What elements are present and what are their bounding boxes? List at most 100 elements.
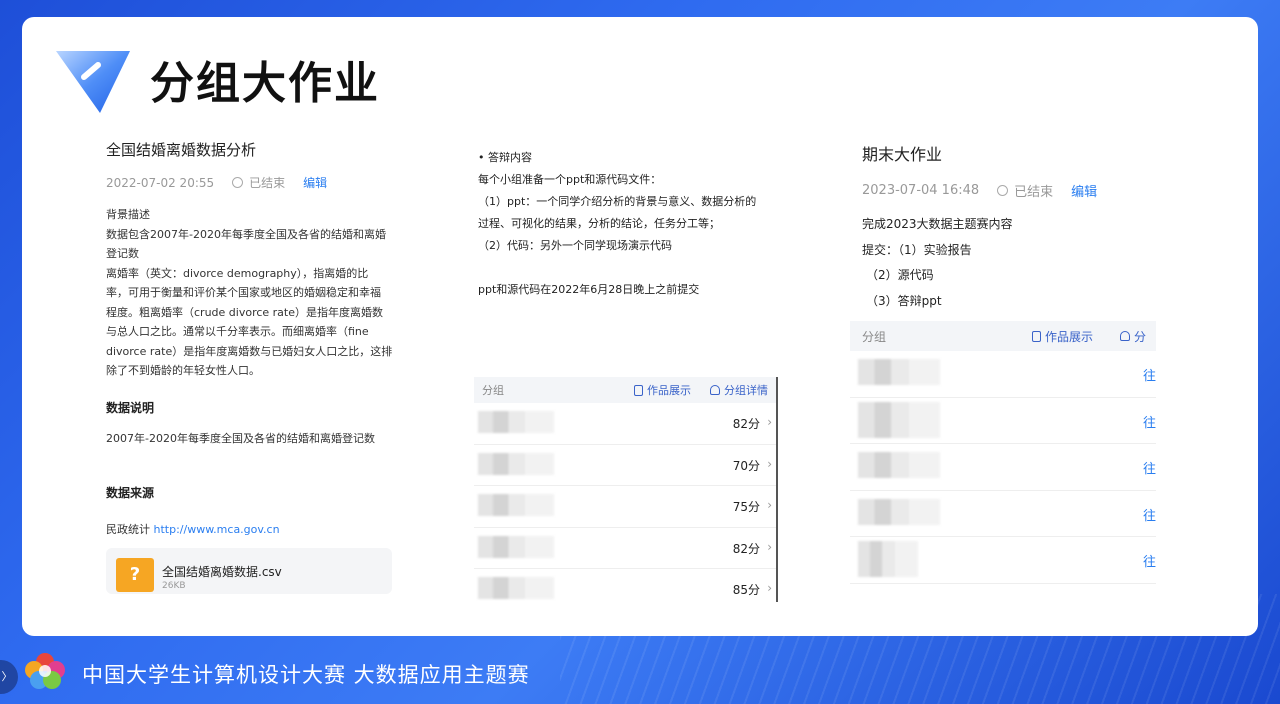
competition-logo-icon [25, 653, 65, 689]
group-table-2: 分组 作品展示 分 往 往 往 往 往 [850, 321, 1156, 586]
desc-line: 除了不到婚龄的年轻女性人口。 [106, 364, 260, 377]
project-card-2: 期末大作业 2023-07-04 16:48 已结束 编辑 完成2023大数据主… [862, 141, 1182, 314]
table-row[interactable]: 82分 › [474, 528, 776, 569]
brand-logo-icon [56, 51, 130, 113]
group-details-label: 分组详情 [724, 384, 768, 397]
data-source-prefix: 民政统计 [106, 522, 150, 536]
table-header: 分组 作品展示 分组详情 [474, 377, 776, 403]
blurred-avatar [478, 452, 554, 475]
project-title: 期末大作业 [862, 145, 943, 164]
status-badge: 已结束 [1014, 185, 1054, 200]
deadline-text: ppt和源代码在2022年6月28日晚上之前提交 [478, 283, 700, 296]
project-date: 2023-07-04 16:48 [862, 183, 980, 198]
row-action[interactable]: 往 [1143, 365, 1156, 384]
blurred-avatar [858, 452, 940, 478]
data-source-line: 民政统计 http://www.mca.gov.cn [106, 521, 396, 537]
user-icon [1120, 331, 1130, 341]
clock-icon [997, 185, 1009, 196]
table-header: 分组 作品展示 分 [850, 321, 1156, 351]
works-button[interactable]: 作品展示 [1032, 328, 1093, 345]
footer-title: 中国大学生计算机设计大赛 大数据应用主题赛 [82, 663, 530, 687]
desc-line: 率，可用于衡量和评价某个国家或地区的婚姻稳定和幸福 [106, 286, 381, 299]
edit-link[interactable]: 编辑 [1071, 181, 1097, 200]
status-badge: 已结束 [249, 176, 286, 190]
blurred-avatar [858, 359, 940, 385]
project-title: 全国结婚离婚数据分析 [106, 141, 257, 159]
blurred-avatar [478, 535, 554, 558]
group-details-button[interactable]: 分组详情 [710, 382, 768, 398]
data-desc-heading: 数据说明 [106, 400, 155, 415]
clock-icon [232, 177, 244, 188]
row-action[interactable]: 往 [1143, 412, 1156, 431]
group-details-button[interactable]: 分 [1120, 328, 1146, 345]
desc-line: 登记数 [106, 247, 139, 260]
table-row[interactable]: 82分 › [474, 403, 776, 445]
score-value: 85分 [732, 583, 760, 597]
edit-link[interactable]: 编辑 [303, 174, 327, 191]
data-desc-text: 2007年-2020年每季度全国及各省的结婚和离婚登记数 [106, 431, 375, 445]
slide-card: 分组大作业 全国结婚离婚数据分析 2022-07-02 20:55 已结束 编辑… [22, 17, 1258, 636]
file-attachment[interactable]: ? 全国结婚离婚数据.csv 26KB [106, 548, 392, 594]
chevron-right-icon: › [767, 415, 772, 429]
works-button[interactable]: 作品展示 [634, 382, 691, 398]
score-value: 75分 [732, 500, 760, 514]
file-name: 全国结婚离婚数据.csv [162, 565, 282, 579]
table-row[interactable]: 85分 › [474, 569, 776, 611]
row-action[interactable]: 往 [1143, 458, 1156, 477]
score-value: 70分 [732, 458, 760, 473]
project-meta: 2023-07-04 16:48 已结束 编辑 [862, 181, 1182, 200]
row-action[interactable]: 往 [1143, 551, 1156, 570]
score-value: 82分 [732, 541, 760, 556]
row-action[interactable]: 往 [1143, 505, 1156, 524]
desc-line: 与总人口之比。通常以千分率表示。而细离婚率（fine [106, 325, 369, 338]
blurred-avatar [478, 577, 554, 599]
works-label: 作品展示 [1045, 329, 1094, 344]
chevron-right-icon: › [767, 539, 772, 554]
table-row[interactable]: 75分 › [474, 486, 776, 528]
blurred-avatar [858, 541, 918, 577]
content-line: （2）代码：另外一个同学现场演示代码 [478, 239, 672, 252]
desc-line: divorce rate）是指年度离婚数与已婚妇女人口之比，这排 [106, 344, 393, 358]
page-title: 分组大作业 [150, 58, 380, 109]
works-label: 作品展示 [647, 384, 691, 397]
clipboard-icon [1032, 330, 1041, 342]
table-row[interactable]: 往 [850, 491, 1156, 537]
req-line: 提交：（1）实验报告 [862, 242, 972, 257]
desc-line: 数据包含2007年-2020年每季度全国及各省的结婚和离婚 [106, 227, 386, 241]
project-meta: 2022-07-02 20:55 已结束 编辑 [106, 174, 396, 191]
blurred-avatar [858, 401, 940, 438]
side-toggle-button[interactable]: 〉 [0, 660, 18, 694]
table-row[interactable]: 往 [850, 537, 1156, 584]
blurred-avatar [478, 494, 554, 516]
project-date: 2022-07-02 20:55 [106, 175, 215, 190]
table-row[interactable]: 往 [850, 351, 1156, 398]
group-details-label: 分 [1134, 329, 1147, 344]
group-score-table: 分组 作品展示 分组详情 82分 › 70分 › 75分 › 82分 › 85分… [474, 377, 778, 602]
table-row[interactable]: 往 [850, 444, 1156, 491]
data-source-heading: 数据来源 [106, 485, 155, 500]
table-row[interactable]: 往 [850, 398, 1156, 444]
content-line: • 答辩内容 [478, 151, 532, 164]
data-source-link[interactable]: http://www.mca.gov.cn [154, 523, 280, 536]
unknown-file-icon: ? [116, 558, 154, 592]
req-line: 完成2023大数据主题赛内容 [862, 217, 1013, 231]
chevron-right-icon: › [767, 581, 772, 595]
file-size: 26KB [162, 581, 186, 591]
content-line: 每个小组准备一个ppt和源代码文件： [478, 173, 662, 186]
project-card-1: 全国结婚离婚数据分析 2022-07-02 20:55 已结束 编辑 背景描述 … [106, 139, 396, 537]
header-group: 分组 [482, 384, 504, 397]
blurred-avatar [478, 411, 554, 433]
header-group: 分组 [862, 329, 887, 344]
chevron-right-icon: › [767, 456, 772, 471]
user-icon [710, 385, 720, 395]
content-line: （1）ppt：一个同学介绍分析的背景与意义、数据分析的 [478, 195, 757, 208]
content-line: 过程、可视化的结果，分析的结论，任务分工等； [478, 217, 720, 230]
req-line: （2）源代码 [866, 268, 934, 282]
project-requirements: 完成2023大数据主题赛内容 提交：（1）实验报告 （2）源代码 （3）答辩pp… [862, 212, 1182, 314]
clipboard-icon [634, 384, 643, 396]
defense-content: • 答辩内容 每个小组准备一个ppt和源代码文件： （1）ppt：一个同学介绍分… [478, 147, 788, 301]
blurred-avatar [858, 498, 940, 525]
desc-line: 背景描述 [106, 208, 150, 221]
chevron-right-icon: › [767, 498, 772, 512]
table-row[interactable]: 70分 › [474, 445, 776, 486]
